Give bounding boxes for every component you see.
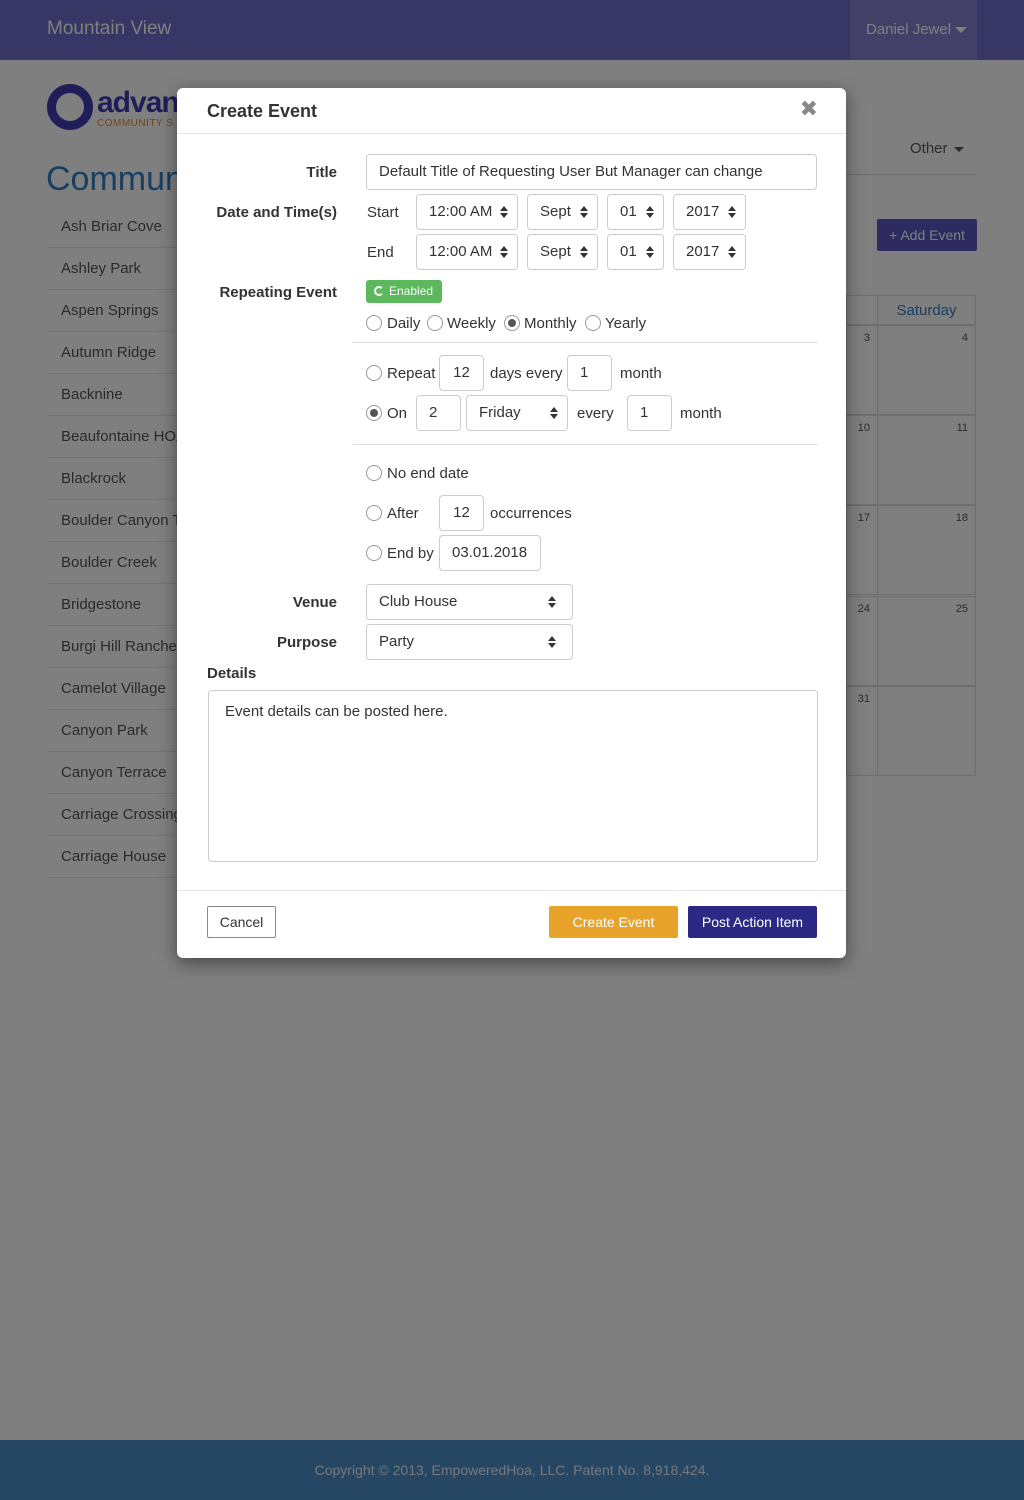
daily-radio[interactable] — [366, 315, 382, 331]
venue-label: Venue — [292, 594, 337, 611]
start-time-select[interactable]: 12:00 AM — [416, 194, 518, 230]
weekday-select[interactable]: Friday — [466, 395, 568, 431]
repeat-on-month-unit: month — [680, 405, 722, 422]
purpose-label: Purpose — [276, 634, 337, 651]
repeat-every-month-input[interactable]: 1 — [567, 355, 612, 391]
every-text: every — [577, 405, 614, 422]
repeat-on-ordinal-input[interactable]: 2 — [416, 395, 461, 431]
start-day-select[interactable]: 01 — [607, 194, 664, 230]
on-label: On — [387, 405, 408, 422]
end-options-divider — [353, 444, 818, 445]
occurrences-text: occurrences — [490, 505, 572, 522]
start-time-value: 12:00 AM — [429, 203, 493, 220]
no-end-date-radio[interactable] — [366, 465, 382, 481]
title-label: Title — [306, 164, 337, 181]
repeat-on-radio[interactable] — [366, 405, 382, 421]
start-month-value: Sept — [540, 203, 571, 220]
occurrences-input[interactable]: 12 — [439, 495, 484, 531]
daily-label[interactable]: Daily — [387, 315, 420, 332]
end-year-value: 2017 — [686, 243, 720, 260]
end-day-value: 01 — [620, 243, 637, 260]
sort-icon — [580, 246, 588, 259]
end-by-date-input[interactable]: 03.01.2018 — [439, 535, 541, 571]
end-day-select[interactable]: 01 — [607, 234, 664, 270]
modal-footer-divider — [177, 890, 846, 891]
cancel-button[interactable]: Cancel — [207, 906, 276, 938]
date-time-label: Date and Time(s) — [216, 204, 337, 221]
frequency-divider — [353, 342, 818, 343]
start-month-select[interactable]: Sept — [527, 194, 598, 230]
start-label: Start — [367, 204, 399, 221]
sort-icon — [646, 206, 654, 219]
end-year-select[interactable]: 2017 — [673, 234, 746, 270]
days-every-text: days every — [490, 365, 563, 382]
repeat-month-unit: month — [620, 365, 662, 382]
modal-title: Create Event — [207, 101, 318, 121]
repeating-enabled-toggle[interactable]: Enabled — [366, 280, 443, 303]
venue-value: Club House — [379, 593, 458, 610]
sort-icon — [728, 246, 736, 259]
yearly-radio[interactable] — [585, 315, 601, 331]
modal-header: Create Event ✖ — [177, 88, 846, 134]
purpose-value: Party — [379, 633, 415, 650]
details-label: Details — [207, 665, 257, 682]
no-end-date-label[interactable]: No end date — [387, 465, 469, 482]
end-time-select[interactable]: 12:00 AM — [416, 234, 518, 270]
sort-icon — [550, 407, 558, 420]
venue-select[interactable]: Club House — [366, 584, 573, 620]
end-label: End — [367, 244, 394, 261]
repeat-label: Repeat — [387, 365, 436, 382]
weekly-label[interactable]: Weekly — [447, 315, 496, 332]
end-by-label: End by — [387, 545, 434, 562]
repeat-days-input[interactable]: 12 — [439, 355, 484, 391]
start-year-select[interactable]: 2017 — [673, 194, 746, 230]
sort-icon — [500, 246, 508, 259]
enabled-badge-label: Enabled — [389, 284, 434, 298]
repeating-event-label: Repeating Event — [219, 284, 337, 301]
sort-icon — [548, 636, 556, 649]
end-month-value: Sept — [540, 243, 571, 260]
end-by-radio[interactable] — [366, 545, 382, 561]
monthly-label[interactable]: Monthly — [524, 315, 577, 332]
details-textarea[interactable]: Event details can be posted here. — [208, 690, 818, 862]
after-label: After — [387, 505, 419, 522]
close-icon[interactable]: ✖ — [800, 98, 818, 120]
end-time-value: 12:00 AM — [429, 243, 493, 260]
post-action-item-button[interactable]: Post Action Item — [688, 906, 817, 938]
repeat-on-every-input[interactable]: 1 — [627, 395, 672, 431]
end-month-select[interactable]: Sept — [527, 234, 598, 270]
repeat-days-radio[interactable] — [366, 365, 382, 381]
purpose-select[interactable]: Party — [366, 624, 573, 660]
end-after-radio[interactable] — [366, 505, 382, 521]
sort-icon — [646, 246, 654, 259]
yearly-label[interactable]: Yearly — [605, 315, 646, 332]
sort-icon — [728, 206, 736, 219]
monthly-radio[interactable] — [504, 315, 520, 331]
sort-icon — [500, 206, 508, 219]
create-event-button[interactable]: Create Event — [549, 906, 678, 938]
start-year-value: 2017 — [686, 203, 720, 220]
weekly-radio[interactable] — [427, 315, 443, 331]
start-day-value: 01 — [620, 203, 637, 220]
sort-icon — [548, 596, 556, 609]
create-event-modal: Create Event ✖ Title Default Title of Re… — [177, 88, 846, 958]
sort-icon — [580, 206, 588, 219]
refresh-icon — [374, 286, 384, 296]
title-input[interactable]: Default Title of Requesting User But Man… — [366, 154, 817, 190]
weekday-value: Friday — [479, 404, 521, 421]
